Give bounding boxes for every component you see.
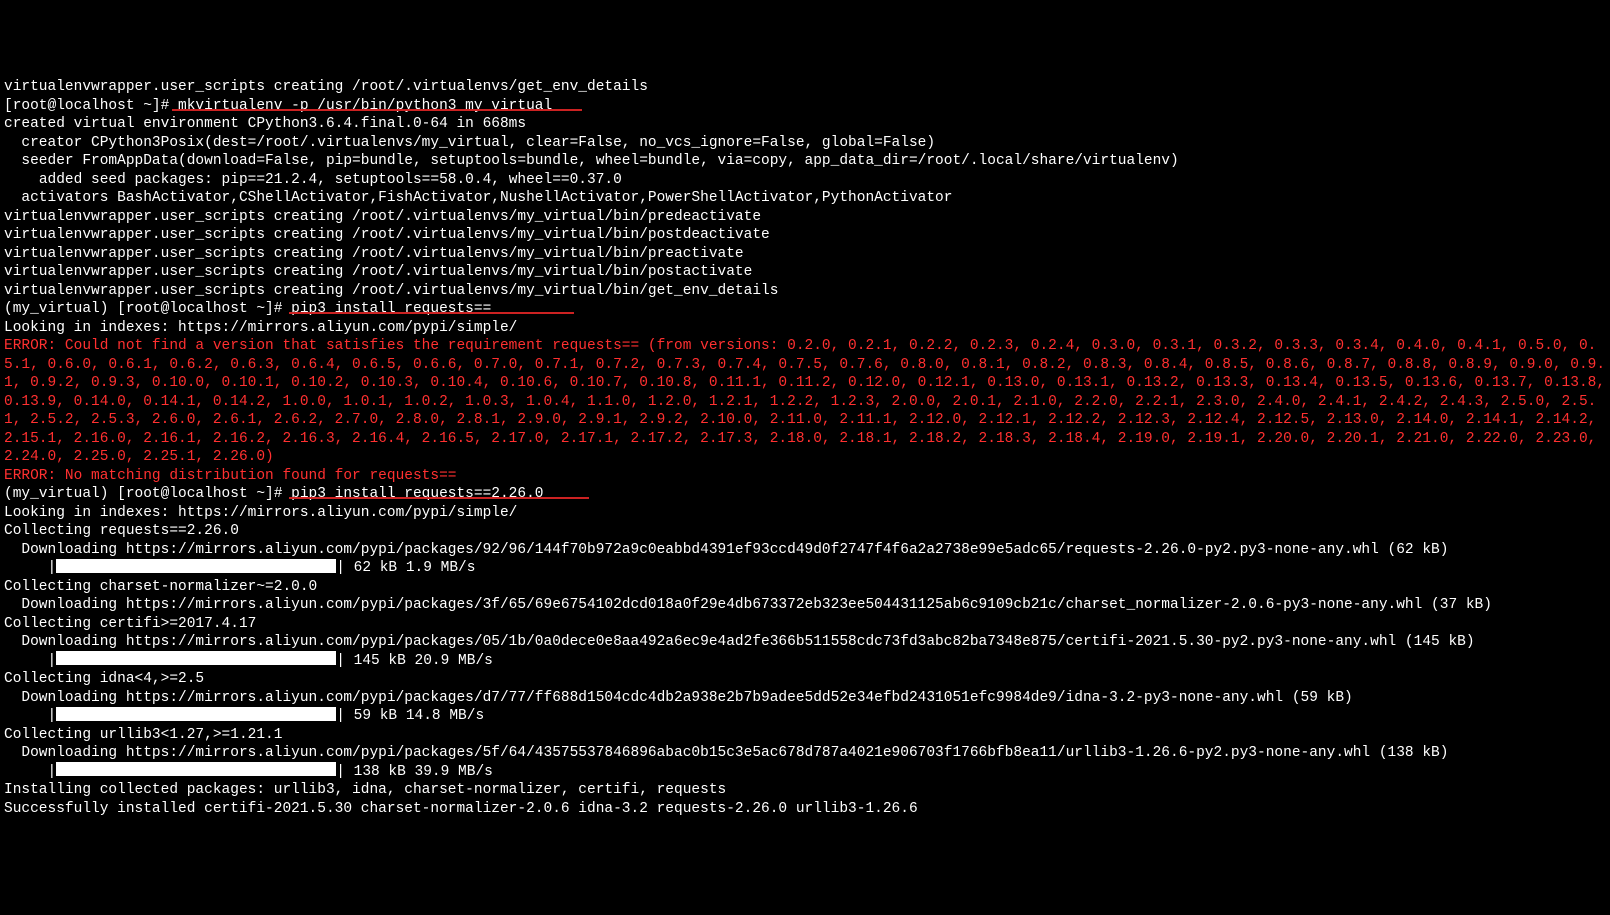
- terminal-line: creator CPython3Posix(dest=/root/.virtua…: [4, 134, 1606, 153]
- terminal-line: created virtual environment CPython3.6.4…: [4, 115, 1606, 134]
- progress-tail: | 145 kB 20.9 MB/s: [336, 653, 493, 669]
- progress-bar: [56, 762, 336, 776]
- terminal-line: virtualenvwrapper.user_scripts creating …: [4, 208, 1606, 227]
- terminal-line: Looking in indexes: https://mirrors.aliy…: [4, 504, 1606, 523]
- terminal-line: Collecting charset-normalizer~=2.0.0: [4, 578, 1606, 597]
- terminal-line: [root@localhost ~]# mkvirtualenv -p /usr…: [4, 97, 1606, 116]
- terminal-line: virtualenvwrapper.user_scripts creating …: [4, 282, 1606, 301]
- underline-annotation: [172, 109, 582, 111]
- terminal-line: virtualenvwrapper.user_scripts creating …: [4, 226, 1606, 245]
- terminal-line: Installing collected packages: urllib3, …: [4, 781, 1606, 800]
- terminal-line: Looking in indexes: https://mirrors.aliy…: [4, 319, 1606, 338]
- terminal-line: Downloading https://mirrors.aliyun.com/p…: [4, 744, 1606, 763]
- terminal-line: Collecting idna<4,>=2.5: [4, 670, 1606, 689]
- progress-tail: | 138 kB 39.9 MB/s: [336, 764, 493, 780]
- progress-prefix: |: [4, 653, 56, 669]
- terminal-line: Downloading https://mirrors.aliyun.com/p…: [4, 596, 1606, 615]
- terminal-line: ERROR: Could not find a version that sat…: [4, 337, 1606, 467]
- terminal-line: | | 145 kB 20.9 MB/s: [4, 652, 1606, 671]
- terminal-line: Downloading https://mirrors.aliyun.com/p…: [4, 689, 1606, 708]
- terminal-line: Successfully installed certifi-2021.5.30…: [4, 800, 1606, 819]
- terminal-root[interactable]: virtualenvwrapper.user_scripts creating …: [4, 78, 1606, 818]
- terminal-line: virtualenvwrapper.user_scripts creating …: [4, 263, 1606, 282]
- terminal-line: added seed packages: pip==21.2.4, setupt…: [4, 171, 1606, 190]
- underline-annotation: [289, 312, 574, 314]
- terminal-line: Downloading https://mirrors.aliyun.com/p…: [4, 633, 1606, 652]
- terminal-line: (my_virtual) [root@localhost ~]# pip3 in…: [4, 300, 1606, 319]
- underline-annotation: [289, 497, 589, 499]
- progress-tail: | 59 kB 14.8 MB/s: [336, 708, 484, 724]
- terminal-line: seeder FromAppData(download=False, pip=b…: [4, 152, 1606, 171]
- terminal-line: | | 59 kB 14.8 MB/s: [4, 707, 1606, 726]
- terminal-line: ERROR: No matching distribution found fo…: [4, 467, 1606, 486]
- terminal-line: | | 62 kB 1.9 MB/s: [4, 559, 1606, 578]
- terminal-line: Downloading https://mirrors.aliyun.com/p…: [4, 541, 1606, 560]
- progress-bar: [56, 651, 336, 665]
- terminal-line: virtualenvwrapper.user_scripts creating …: [4, 78, 1606, 97]
- terminal-line: (my_virtual) [root@localhost ~]# pip3 in…: [4, 485, 1606, 504]
- progress-bar: [56, 559, 336, 573]
- progress-prefix: |: [4, 764, 56, 780]
- progress-prefix: |: [4, 708, 56, 724]
- terminal-line: activators BashActivator,CShellActivator…: [4, 189, 1606, 208]
- terminal-line: virtualenvwrapper.user_scripts creating …: [4, 245, 1606, 264]
- progress-prefix: |: [4, 560, 56, 576]
- terminal-line: | | 138 kB 39.9 MB/s: [4, 763, 1606, 782]
- terminal-line: Collecting urllib3<1.27,>=1.21.1: [4, 726, 1606, 745]
- terminal-line: Collecting certifi>=2017.4.17: [4, 615, 1606, 634]
- progress-bar: [56, 707, 336, 721]
- terminal-line: Collecting requests==2.26.0: [4, 522, 1606, 541]
- progress-tail: | 62 kB 1.9 MB/s: [336, 560, 475, 576]
